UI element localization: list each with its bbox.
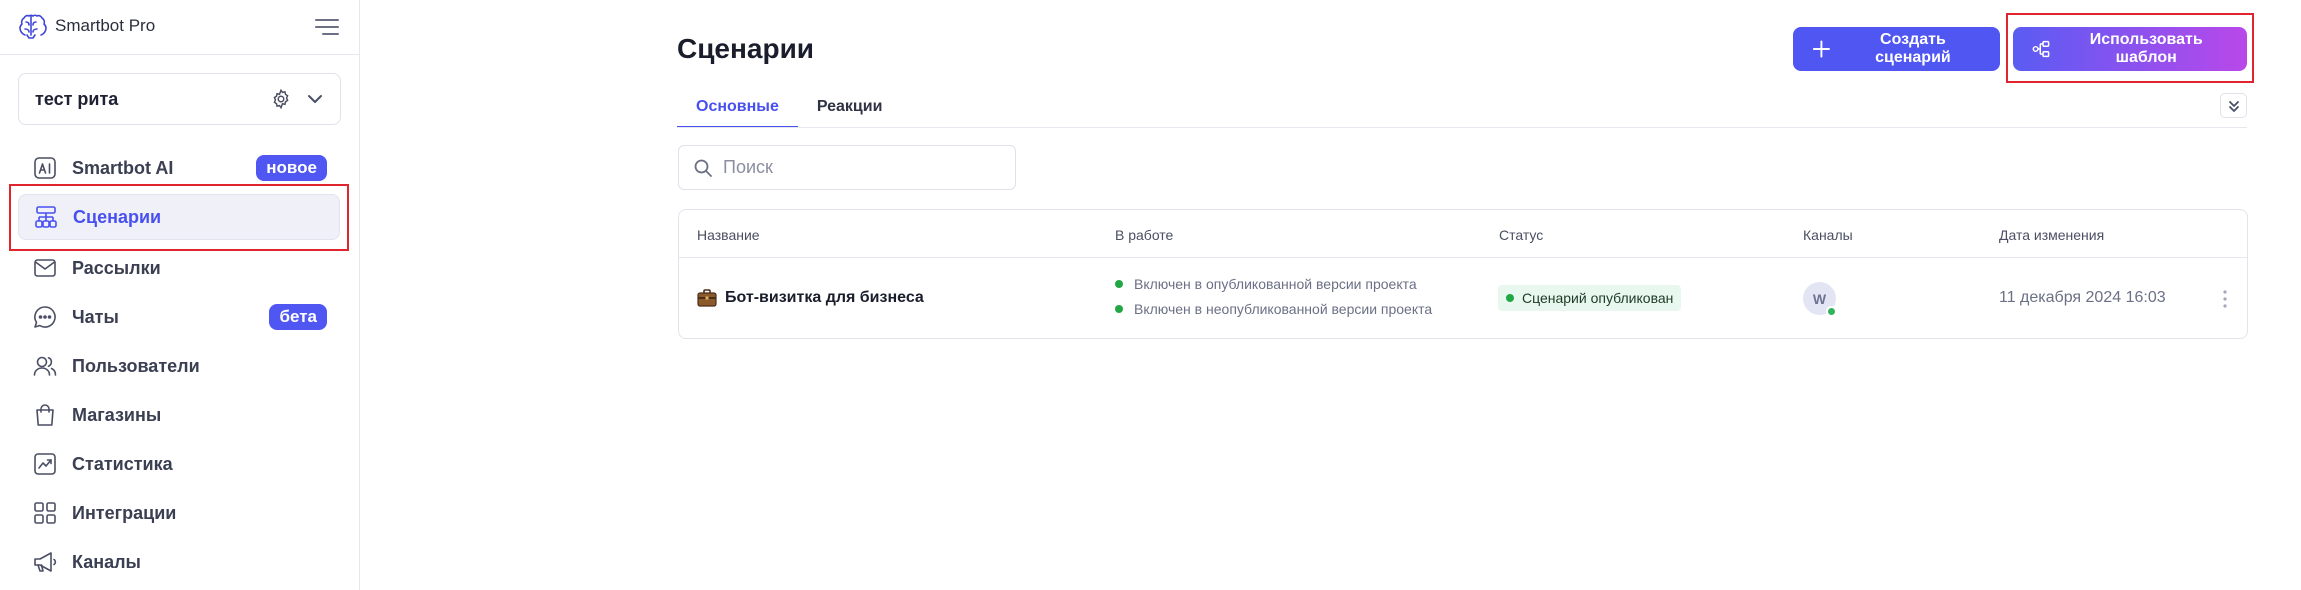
menu-collapse-icon[interactable] [314, 16, 340, 38]
sidebar-item-label: Рассылки [72, 257, 161, 278]
chart-trend-icon [34, 453, 56, 475]
sidebar-item-smartbot-ai[interactable]: Smartbot AI новое [18, 145, 340, 191]
sidebar-item-label: Магазины [72, 404, 162, 425]
double-chevron-down-icon [2228, 100, 2239, 112]
work-status-unpublished: Включен в неопубликованной версии проект… [1115, 299, 1432, 319]
tabs-divider [677, 127, 2247, 128]
work-status-text: Включен в опубликованной версии проекта [1134, 276, 1417, 292]
page-title: Сценарии [677, 33, 815, 64]
template-nodes-icon [2032, 40, 2050, 58]
more-vertical-icon[interactable] [2217, 284, 2233, 314]
app-name: Smartbot Pro [55, 16, 156, 35]
grid-icon [34, 502, 56, 524]
tab-reactions[interactable]: Реакции [798, 86, 902, 128]
green-dot-icon [1115, 305, 1123, 313]
sidebar-item-label: Статистика [72, 453, 173, 474]
table-header: Название В работе Статус Каналы Дата изм… [679, 210, 2247, 258]
status-text: Сценарий опубликован [1522, 290, 1674, 306]
sidebar-item-label: Пользователи [72, 355, 200, 376]
create-scenario-label: Создать сценарий [1875, 31, 1951, 66]
brain-logo-icon [19, 14, 47, 39]
modified-date: 11 декабря 2024 16:03 [1999, 289, 2166, 306]
ai-icon [34, 157, 56, 179]
sidebar-item-chats[interactable]: Чаты бета [18, 294, 340, 340]
brand[interactable]: Smartbot Pro [15, 10, 155, 42]
project-name: тест рита [35, 88, 119, 109]
scenario-tabs: Основные Реакции [677, 86, 901, 128]
briefcase-icon [697, 289, 717, 307]
megaphone-icon [34, 552, 57, 572]
online-indicator [1826, 306, 1837, 317]
sidebar-item-shops[interactable]: Магазины [18, 392, 340, 438]
search-icon [694, 159, 712, 177]
work-status-text: Включен в неопубликованной версии проект… [1134, 301, 1433, 317]
scenarios-table: Название В работе Статус Каналы Дата изм… [678, 209, 2248, 339]
project-selector[interactable]: тест рита [18, 73, 341, 125]
column-header-date[interactable]: Дата изменения [1999, 227, 2104, 243]
sidebar-item-label: Интеграции [72, 502, 177, 523]
search-input[interactable] [723, 157, 983, 178]
sidebar-item-label: Smartbot AI [72, 157, 174, 178]
sidebar: Smartbot Pro тест рита Smartbot AI новое [0, 0, 360, 590]
users-icon [33, 356, 57, 376]
search-box[interactable] [678, 145, 1016, 190]
sidebar-item-label: Сценарии [73, 206, 162, 227]
new-badge: новое [256, 155, 327, 181]
sidebar-item-channels[interactable]: Каналы [18, 539, 340, 585]
shopping-bag-icon [36, 404, 54, 426]
plus-icon [1812, 40, 1830, 58]
table-row[interactable]: Бот-визитка для бизнеса Включен в опубли… [679, 258, 2247, 339]
column-header-name[interactable]: Название [697, 227, 760, 243]
column-header-status[interactable]: Статус [1499, 227, 1543, 243]
use-template-label: Использовать шаблон [2089, 31, 2203, 66]
work-status-published: Включен в опубликованной версии проекта [1115, 274, 1432, 294]
sidebar-item-label: Каналы [72, 551, 141, 572]
column-header-channels[interactable]: Каналы [1803, 227, 1853, 243]
chat-bubble-icon [34, 306, 56, 328]
sidebar-item-scenarios[interactable]: Сценарии [18, 194, 340, 240]
scenario-name-cell[interactable]: Бот-визитка для бизнеса [697, 289, 924, 307]
green-dot-icon [1506, 294, 1514, 302]
collapse-panel-button[interactable] [2220, 93, 2247, 118]
scenario-tree-icon [35, 206, 57, 228]
sidebar-divider [0, 54, 360, 55]
column-header-in-work[interactable]: В работе [1115, 227, 1173, 243]
tab-main[interactable]: Основные [677, 86, 798, 128]
sidebar-item-label: Чаты [72, 306, 119, 327]
sidebar-item-statistics[interactable]: Статистика [18, 441, 340, 487]
sidebar-item-mailings[interactable]: Рассылки [18, 245, 340, 291]
gear-icon[interactable] [270, 88, 292, 110]
create-scenario-button[interactable]: Создать сценарий [1793, 27, 2000, 71]
use-template-button[interactable]: Использовать шаблон [2013, 27, 2247, 71]
sidebar-item-users[interactable]: Пользователи [18, 343, 340, 389]
sidebar-item-integrations[interactable]: Интеграции [18, 490, 340, 536]
status-badge: Сценарий опубликован [1498, 285, 1682, 311]
mail-icon [34, 259, 56, 277]
in-work-cell: Включен в опубликованной версии проекта … [1115, 274, 1432, 319]
beta-badge: бета [269, 304, 327, 330]
green-dot-icon [1115, 280, 1123, 288]
scenario-name: Бот-визитка для бизнеса [725, 289, 924, 306]
chevron-down-icon[interactable] [306, 90, 324, 108]
